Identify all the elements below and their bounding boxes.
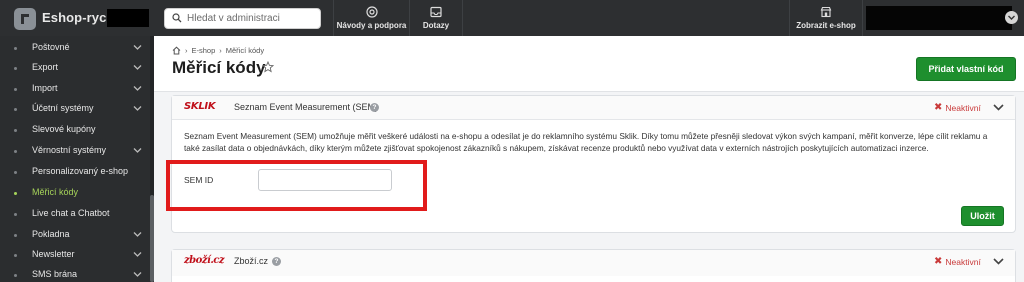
- sidebar-item-personalizovany-eshop[interactable]: Personalizovaný e-shop: [0, 162, 150, 182]
- save-button[interactable]: Uložit: [961, 206, 1004, 226]
- sidebar-item-sms-brana[interactable]: SMS brána: [0, 265, 150, 282]
- account-menu-button[interactable]: [1005, 11, 1018, 24]
- chevron-down-icon: [133, 252, 142, 257]
- chevron-down-icon[interactable]: [992, 101, 1005, 114]
- page-title: Měřicí kódy: [172, 58, 266, 77]
- sidebar-scroll-thumb[interactable]: [150, 195, 154, 282]
- add-custom-code-button[interactable]: Přidat vlastní kód: [916, 57, 1016, 81]
- storefront-icon: [820, 6, 832, 18]
- bullet-icon: [14, 213, 17, 216]
- status-badge: ✖ Neaktivní: [934, 102, 981, 113]
- bullet-icon: [14, 192, 17, 195]
- help-question-icon[interactable]: ?: [272, 257, 281, 266]
- bullet-icon: [14, 129, 17, 132]
- bullet-icon: [14, 108, 17, 111]
- redacted-account[interactable]: [866, 6, 1012, 30]
- chevron-down-icon[interactable]: [992, 255, 1005, 268]
- app-logo-icon[interactable]: [14, 8, 36, 30]
- bullet-icon: [14, 47, 17, 50]
- breadcrumb-separator: ›: [219, 46, 222, 55]
- sidebar-item-live-chat[interactable]: Live chat a Chatbot: [0, 204, 150, 224]
- bullet-icon: [14, 88, 17, 91]
- chevron-down-icon: [133, 232, 142, 237]
- chevron-down-icon: [133, 86, 142, 91]
- bullet-icon: [14, 67, 17, 70]
- search-icon: [172, 13, 182, 23]
- sidebar-item-merici-kody[interactable]: Měřicí kódy: [0, 183, 150, 203]
- top-bar: Eshop-rychle Návody a podpora Dotazy Zob…: [0, 0, 1024, 36]
- star-icon[interactable]: [262, 61, 274, 73]
- help-question-icon[interactable]: ?: [370, 103, 379, 112]
- breadcrumb-item-current: Měřicí kódy: [225, 46, 265, 55]
- breadcrumb: › E-shop › Měřicí kódy: [172, 46, 264, 55]
- sem-card-title: Seznam Event Measurement (SEM): [234, 102, 379, 112]
- breadcrumb-item-eshop[interactable]: E-shop: [192, 46, 216, 55]
- chevron-down-icon: [133, 148, 142, 153]
- chevron-down-icon: [133, 106, 142, 111]
- zbozi-card-title: Zboží.cz: [234, 256, 269, 266]
- page-header: [154, 36, 1024, 92]
- lifebuoy-icon: [365, 6, 378, 18]
- redacted-block: [107, 9, 149, 27]
- questions-button[interactable]: Dotazy: [409, 0, 463, 36]
- search-input[interactable]: [187, 11, 317, 26]
- sidebar-item-slevove-kupony[interactable]: Slevové kupóny: [0, 120, 150, 140]
- sem-card-header[interactable]: SKLIK Seznam Event Measurement (SEM) ? ✖…: [172, 96, 1015, 120]
- annotation-highlight-box: [166, 160, 427, 211]
- inbox-icon: [430, 6, 442, 18]
- bullet-icon: [14, 171, 17, 174]
- bullet-icon: [14, 150, 17, 153]
- close-icon: ✖: [934, 256, 943, 267]
- sidebar-item-import[interactable]: Import: [0, 79, 150, 99]
- sidebar-item-newsletter[interactable]: Newsletter: [0, 245, 150, 265]
- sklik-logo: SKLIK: [184, 101, 216, 112]
- chevron-down-icon: [1008, 15, 1015, 20]
- view-eshop-button[interactable]: Zobrazit e-shop: [789, 0, 863, 36]
- zbozi-card-header[interactable]: zboží.cz Zboží.cz ? ✖ Neaktivní: [172, 250, 1015, 276]
- search-box[interactable]: [164, 8, 321, 29]
- bullet-icon: [14, 274, 17, 277]
- help-button[interactable]: Návody a podpora: [333, 0, 409, 36]
- status-badge: ✖ Neaktivní: [934, 256, 981, 267]
- zbozi-card: zboží.cz Zboží.cz ? ✖ Neaktivní: [171, 249, 1016, 282]
- sidebar-item-export[interactable]: Export: [0, 58, 150, 78]
- sem-description: Seznam Event Measurement (SEM) umožňuje …: [184, 131, 988, 153]
- sidebar-item-pokladna[interactable]: Pokladna: [0, 225, 150, 245]
- chevron-down-icon: [133, 65, 142, 70]
- sidebar-item-ucetni-systemy[interactable]: Účetní systémy: [0, 99, 150, 119]
- zbozi-logo: zboží.cz: [184, 255, 225, 266]
- home-icon[interactable]: [172, 46, 181, 55]
- sidebar-item-postovne[interactable]: Poštovné: [0, 38, 150, 58]
- close-icon: ✖: [934, 102, 943, 113]
- sidebar-item-vernostni-systemy[interactable]: Věrnostní systémy: [0, 141, 150, 161]
- bullet-icon: [14, 254, 17, 257]
- chevron-down-icon: [133, 45, 142, 50]
- bullet-icon: [14, 234, 17, 237]
- breadcrumb-separator: ›: [185, 46, 188, 55]
- chevron-down-icon: [133, 272, 142, 277]
